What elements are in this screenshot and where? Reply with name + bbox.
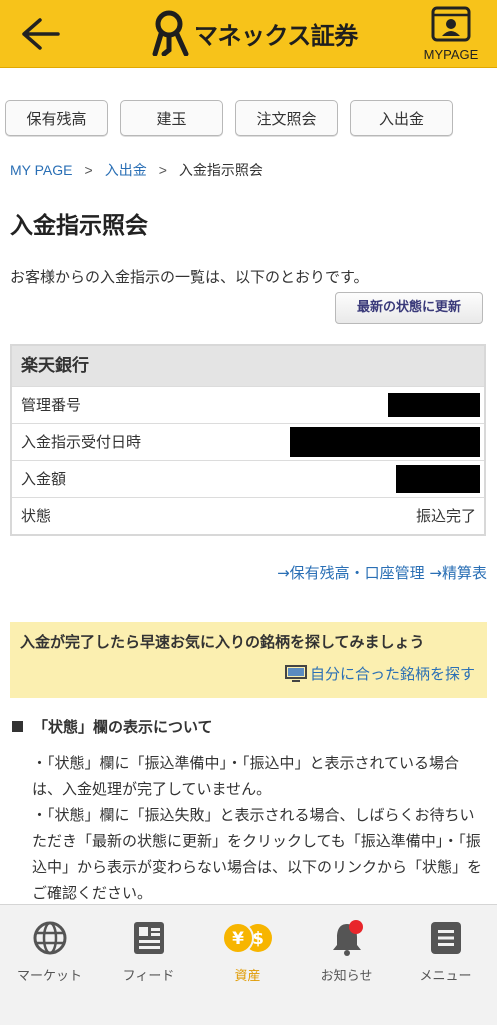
status-notes: ・「状態」欄に「振込準備中」・「振込中」と表示されている場合は、入金処理が完了し… [32,750,487,906]
table-row-received-datetime: 入金指示受付日時 [12,423,484,460]
user-card-icon [431,6,471,42]
tab-positions[interactable]: 建玉 [120,100,223,136]
nav-label: 資産 [234,969,261,984]
mypage-button[interactable]: MYPAGE [413,6,489,64]
breadcrumb-current: 入金指示照会 [178,162,263,178]
table-row-status: 状態 振込完了 [12,497,484,534]
globe-icon [33,921,66,955]
svg-text:¥: ¥ [232,929,244,949]
section-tabs: 保有残高 建玉 注文照会 入出金 [5,100,495,138]
page-title: 入金指示照会 [10,213,148,239]
redacted-value [396,465,480,493]
breadcrumb: MY PAGE > 入出金 > 入金指示照会 [10,160,263,180]
breadcrumb-mypage[interactable]: MY PAGE [10,162,73,178]
row-label: 入金額 [21,470,67,488]
holdings-account-link[interactable]: →保有残高・口座管理 [277,564,425,582]
related-links: →保有残高・口座管理 →精算表 [277,562,487,583]
tab-holdings[interactable]: 保有残高 [5,100,108,136]
news-icon [133,922,164,954]
nav-assets[interactable]: $ ¥ 資産 [198,919,297,989]
row-label: 入金指示受付日時 [21,433,142,451]
nav-menu[interactable]: メニュー [396,919,495,989]
note-item: ・「状態」欄に「振込失敗」と表示される場合、しばらくお待ちいただき「最新の状態に… [32,806,483,902]
nav-label: フィード [122,969,175,984]
row-label: 状態 [21,507,52,525]
back-button[interactable] [18,16,62,52]
square-bullet-icon [12,721,23,732]
bottom-navigation: マーケット フィード $ ¥ 資産 お知らせ メニュー [0,904,497,1025]
nav-notifications[interactable]: お知らせ [297,919,396,989]
refresh-status-button[interactable]: 最新の状態に更新 [335,292,483,324]
nav-feed[interactable]: フィード [99,919,198,989]
banner-text: 入金が完了したら早速お気に入りの銘柄を探してみましょう [20,633,425,651]
breadcrumb-deposit-withdrawal[interactable]: 入出金 [105,162,147,178]
find-stocks-label: 自分に合った銘柄を探す [309,665,475,683]
table-row-amount: 入金額 [12,460,484,497]
monitor-icon [284,665,307,682]
monex-mascot-icon [152,10,189,56]
note-item: ・「状態」欄に「振込準備中」・「振込中」と表示されている場合は、入金処理が完了し… [32,754,460,798]
redacted-value [388,393,480,417]
find-stocks-link[interactable]: 自分に合った銘柄を探す [284,662,475,686]
nav-label: メニュー [419,969,472,984]
redacted-value [290,427,480,457]
row-label: 管理番号 [21,396,82,414]
monex-logo: マネックス証券 [152,10,358,56]
nav-label: マーケット [16,969,82,984]
deposit-detail-table: 楽天銀行 管理番号 入金指示受付日時 入金額 状態 振込完了 [10,344,486,536]
notification-badge [348,920,363,934]
status-value: 振込完了 [415,507,476,525]
menu-icon [430,922,461,954]
nav-market[interactable]: マーケット [0,919,99,989]
tab-order-inquiry[interactable]: 注文照会 [235,100,338,136]
bank-name: 楽天銀行 [12,346,484,386]
bell-icon [332,920,363,956]
logo-text: マネックス証券 [194,21,358,50]
nav-label: お知らせ [320,969,373,984]
promo-banner: 入金が完了したら早速お気に入りの銘柄を探してみましょう 自分に合った銘柄を探す [10,622,487,698]
breadcrumb-separator: > [158,162,167,178]
statement-link[interactable]: →精算表 [429,564,487,582]
status-section-title: 「状態」欄の表示について [12,716,213,737]
section-title-text: 「状態」欄の表示について [33,718,213,736]
back-arrow-icon [22,18,60,50]
intro-text: お客様からの入金指示の一覧は、以下のとおりです。 [10,268,369,286]
mypage-label: MYPAGE [423,47,479,62]
app-header: マネックス証券 MYPAGE [0,0,497,68]
tab-deposit-withdrawal[interactable]: 入出金 [350,100,453,136]
table-row-management-number: 管理番号 [12,386,484,423]
yen-dollar-coins-icon: $ ¥ [221,922,272,954]
breadcrumb-separator: > [84,162,93,178]
